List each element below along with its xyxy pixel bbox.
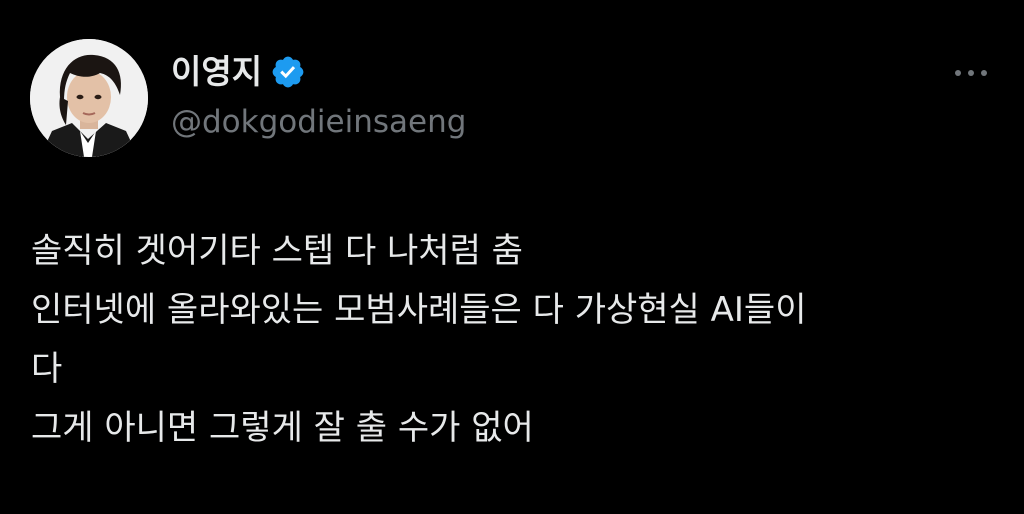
author-display-name[interactable]: 이영지 [171,50,262,94]
more-options-button[interactable] [946,58,996,88]
more-options-dot [981,70,987,76]
tweet: 이영지 @dokgodieinsaeng 솔직히 겟어기타 스텝 다 나처럼 춤… [0,0,1024,514]
author-handle[interactable]: @dokgodieinsaeng [171,100,466,144]
more-options-icon [955,70,961,76]
tweet-text: 솔직히 겟어기타 스텝 다 나처럼 춤 인터넷에 올라와있는 모범사례들은 다 … [31,222,991,458]
profile-photo-icon [30,39,148,157]
tweet-text-line: 인터넷에 올라와있는 모범사례들은 다 가상현실 AI들이 [31,290,807,330]
author-name-row: 이영지 [171,50,306,94]
avatar[interactable] [30,39,148,157]
tweet-text-line: 그게 아니면 그렇게 잘 출 수가 없어 [31,408,534,448]
more-options-dot [968,70,974,76]
tweet-text-line: 솔직히 겟어기타 스텝 다 나처럼 춤 [31,231,523,271]
tweet-text-line: 다 [31,349,63,389]
verified-badge-icon[interactable] [270,54,306,90]
